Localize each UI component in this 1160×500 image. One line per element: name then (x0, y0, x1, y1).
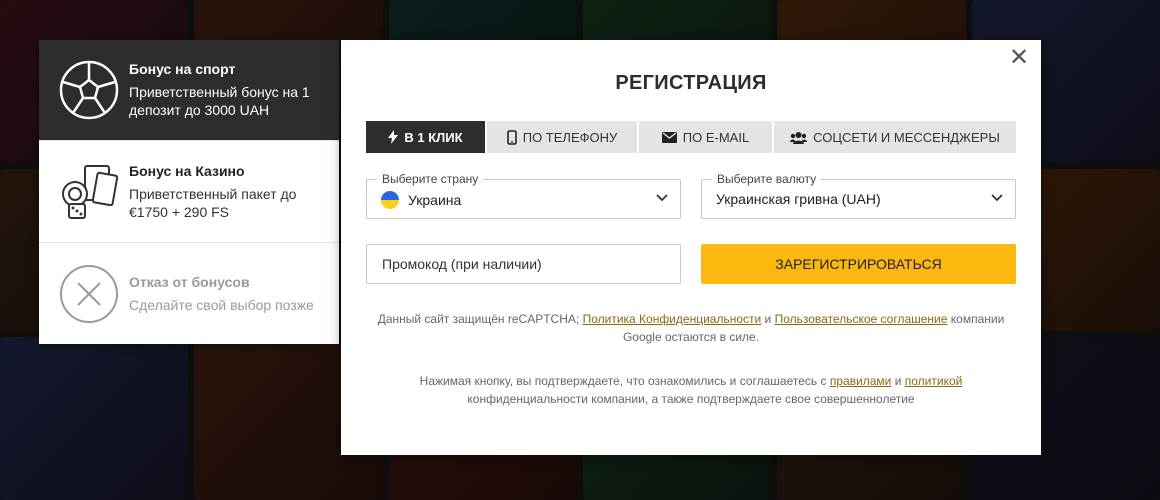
bonus-option-decline[interactable]: Отказ от бонусов Сделайте свой выбор поз… (39, 243, 339, 344)
bonus-description: Сделайте свой выбор позже (129, 296, 314, 313)
lightning-icon (388, 130, 399, 144)
soccer-ball-icon (59, 60, 119, 120)
bonus-panel: Бонус на спорт Приветственный бонус на 1… (39, 40, 339, 344)
registration-tabs: В 1 КЛИК ПО ТЕЛЕФОНУ ПО E-MAIL СОЦСЕТИ И… (366, 121, 1016, 153)
consent-notice: Нажимая кнопку, вы подтверждаете, что оз… (419, 374, 963, 406)
privacy-policy-link[interactable]: Политика Конфиденциальности (583, 312, 762, 326)
envelope-icon (661, 131, 677, 143)
cancel-circle-icon (59, 264, 119, 324)
chevron-down-icon (991, 194, 1003, 202)
bonus-description: Приветственный бонус на 1 депозит до 300… (129, 84, 310, 118)
phone-icon (506, 129, 517, 145)
terms-of-service-link[interactable]: Пользовательское соглашение (775, 312, 948, 326)
close-button[interactable]: ✕ (1009, 46, 1029, 70)
tab-label: ПО E-MAIL (682, 129, 750, 145)
policy-link[interactable]: политикой (905, 374, 963, 388)
bonus-title: Бонус на спорт (129, 61, 236, 77)
chevron-down-icon (656, 194, 668, 202)
tab-email[interactable]: ПО E-MAIL (639, 121, 772, 153)
bonus-description: Приветственный пакет до €1750 + 290 FS (129, 185, 297, 220)
rules-link[interactable]: правилами (830, 374, 892, 388)
ukraine-flag-icon (381, 191, 399, 209)
tab-phone[interactable]: ПО ТЕЛЕФОНУ (487, 121, 637, 153)
promo-code-input[interactable] (366, 244, 681, 284)
bonus-option-sport[interactable]: Бонус на спорт Приветственный бонус на 1… (39, 40, 339, 141)
tab-social[interactable]: СОЦСЕТИ И МЕССЕНДЖЕРЫ (774, 121, 1016, 153)
tab-one-click[interactable]: В 1 КЛИК (366, 121, 485, 153)
bonus-option-casino[interactable]: Бонус на Казино Приветственный пакет до … (39, 141, 339, 243)
currency-label: Выберите валюту (712, 172, 822, 186)
recaptcha-notice: Данный сайт защищён reCAPTCHA; Политика … (377, 312, 1005, 344)
register-button[interactable]: ЗАРЕГИСТРИРОВАТЬСЯ (701, 244, 1016, 284)
country-value: Украина (408, 192, 462, 208)
country-select[interactable]: Выберите страну Украина (366, 172, 681, 219)
tab-label: В 1 КЛИК (404, 129, 463, 145)
currency-select[interactable]: Выберите валюту Украинская гривна (UAH) (701, 172, 1016, 219)
registration-modal: ✕ РЕГИСТРАЦИЯ В 1 КЛИК ПО ТЕЛЕФОНУ ПО E-… (341, 40, 1041, 455)
modal-title: РЕГИСТРАЦИЯ (615, 72, 767, 94)
bonus-title: Бонус на Казино (129, 162, 245, 179)
casino-cards-dice-icon (59, 162, 119, 222)
currency-value: Украинская гривна (UAH) (716, 191, 881, 207)
tab-label: ПО ТЕЛЕФОНУ (522, 129, 618, 145)
users-icon (790, 131, 808, 144)
bonus-title: Отказ от бонусов (129, 273, 250, 290)
country-label: Выберите страну (377, 172, 484, 186)
tab-label: СОЦСЕТИ И МЕССЕНДЖЕРЫ (813, 129, 1000, 145)
